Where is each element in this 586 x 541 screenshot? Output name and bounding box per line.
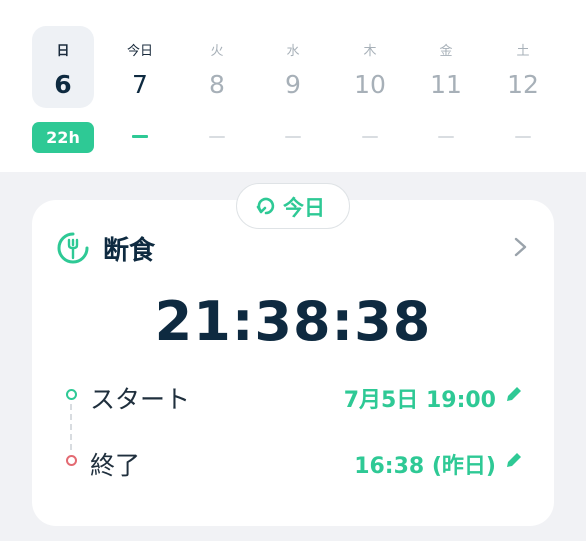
day-today[interactable]: 今日 7 (109, 26, 171, 108)
day-indicator (362, 136, 378, 138)
day-name: 金 (439, 44, 453, 59)
day-number: 8 (209, 70, 225, 99)
day-thursday[interactable]: 木 10 (339, 26, 401, 108)
day-indicator-today (132, 135, 148, 138)
start-label: スタート (90, 385, 191, 414)
today-button-label: 今日 (283, 196, 325, 220)
day-number: 12 (507, 70, 539, 99)
fasting-hours-badge: 22h (32, 122, 94, 153)
fasting-timer: 21:38:38 (154, 290, 432, 353)
day-number: 6 (54, 70, 72, 99)
day-name: 火 (210, 44, 224, 59)
edit-start-pencil-icon[interactable] (503, 384, 523, 406)
day-friday[interactable]: 金 11 (415, 26, 477, 108)
start-time-value[interactable]: 7月5日 19:00 (344, 382, 496, 414)
day-tuesday[interactable]: 火 8 (186, 26, 248, 108)
day-number: 9 (285, 70, 301, 99)
return-icon (256, 197, 275, 215)
day-number: 7 (132, 70, 148, 99)
chevron-right-icon[interactable] (513, 236, 529, 258)
day-number: 11 (430, 70, 462, 99)
day-wednesday[interactable]: 水 9 (262, 26, 324, 108)
card-title: 断食 (103, 236, 156, 266)
week-strip: 日 6 今日 7 火 8 水 9 木 10 金 11 土 12 22h (0, 0, 586, 172)
today-button[interactable]: 今日 (236, 183, 350, 229)
day-indicator (209, 136, 225, 138)
day-name: 日 (56, 44, 70, 59)
day-name: 木 (363, 44, 377, 59)
fasting-fork-icon (57, 232, 89, 264)
day-saturday[interactable]: 土 12 (492, 26, 554, 108)
day-indicator (515, 136, 531, 138)
day-name: 土 (516, 44, 530, 59)
end-label: 終了 (90, 451, 141, 480)
day-name: 今日 (126, 44, 153, 59)
day-name: 水 (286, 44, 300, 59)
day-indicator (438, 136, 454, 138)
day-sunday[interactable]: 日 6 (32, 26, 94, 108)
day-indicator (285, 136, 301, 138)
timeline-connector (70, 404, 72, 450)
edit-end-pencil-icon[interactable] (503, 450, 523, 472)
end-time-value[interactable]: 16:38 (昨日) (354, 448, 496, 480)
start-dot (66, 389, 77, 400)
day-number: 10 (354, 70, 386, 99)
end-dot (66, 455, 77, 466)
